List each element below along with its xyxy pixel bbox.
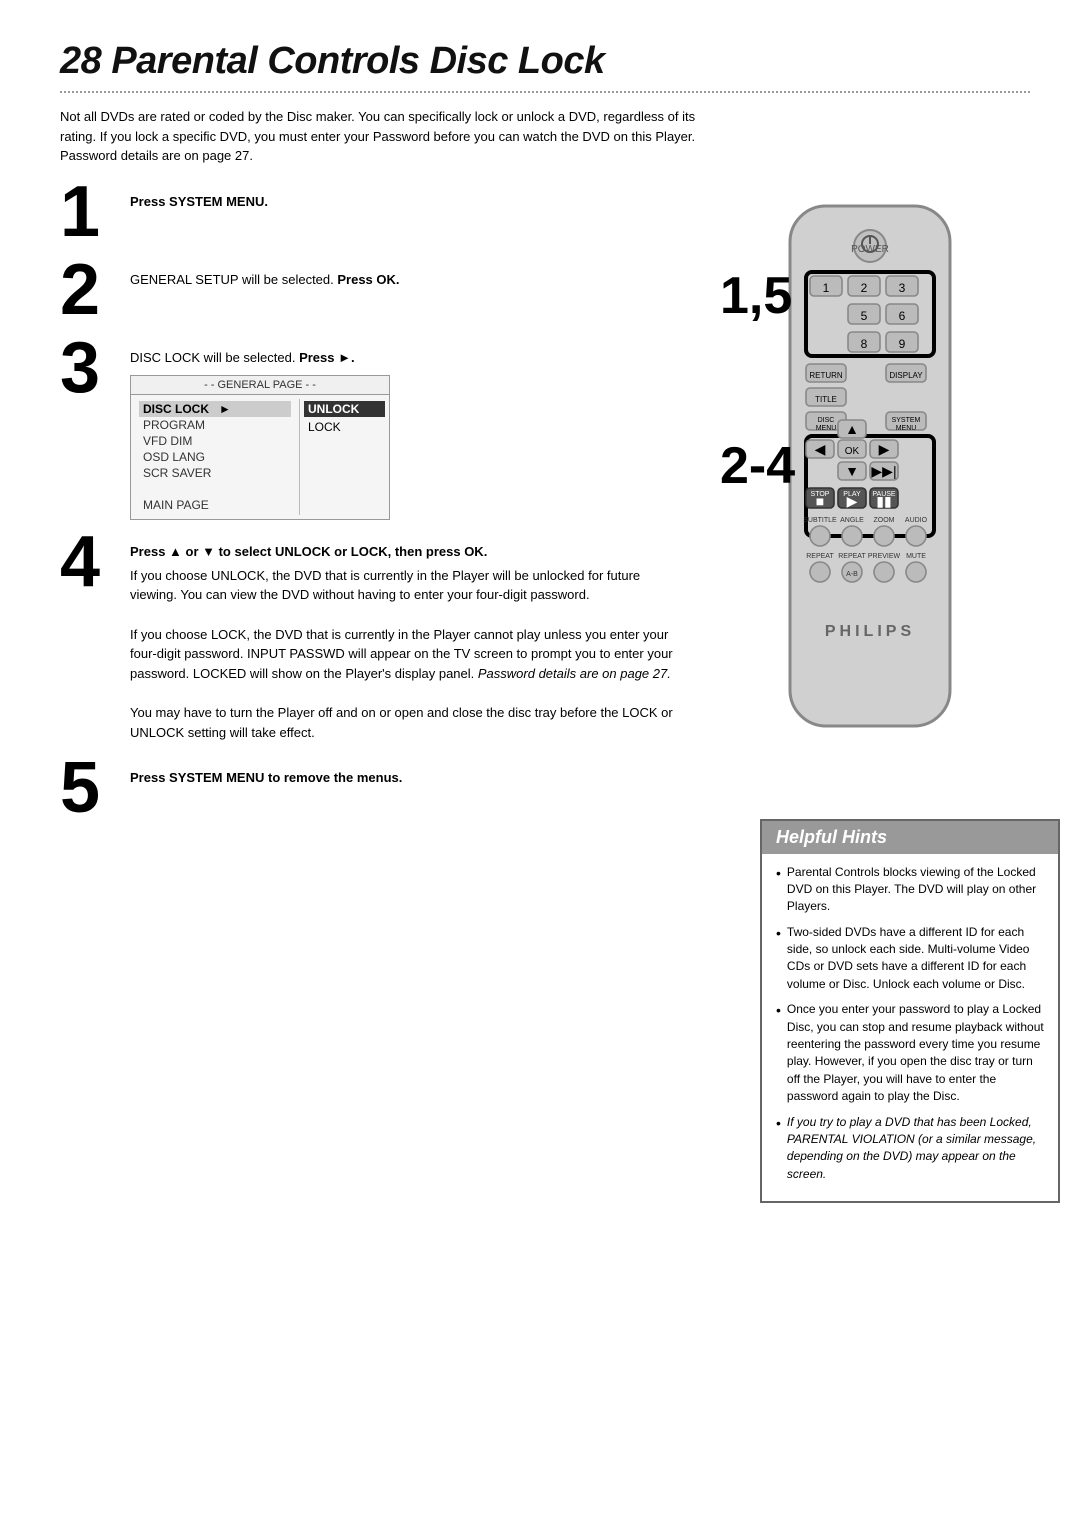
svg-text:8: 8: [861, 337, 868, 351]
step-3-number: 3: [60, 332, 130, 404]
svg-text:ZOOM: ZOOM: [874, 517, 895, 524]
hint-bullet-3: •: [776, 1001, 781, 1019]
menu-header: - - GENERAL PAGE - -: [131, 376, 389, 395]
svg-text:▲: ▲: [845, 421, 859, 437]
step-4-heading: Press ▲ or ▼ to select UNLOCK or LOCK, t…: [130, 542, 680, 562]
hints-body: • Parental Controls blocks viewing of th…: [762, 854, 1058, 1202]
intro-text: Not all DVDs are rated or coded by the D…: [60, 107, 700, 166]
hint-item-2: • Two-sided DVDs have a different ID for…: [776, 924, 1044, 994]
svg-text:REPEAT: REPEAT: [806, 553, 834, 560]
step-4-number: 4: [60, 526, 130, 598]
step-5: 5 Press SYSTEM MENU to remove the menus.: [60, 762, 680, 824]
hint-text-3: Once you enter your password to play a L…: [787, 1001, 1044, 1105]
hint-text-2: Two-sided DVDs have a different ID for e…: [787, 924, 1044, 994]
menu-item-osd-lang: OSD LANG: [139, 449, 291, 465]
svg-text:MENU: MENU: [816, 425, 837, 432]
svg-text:DISPLAY: DISPLAY: [889, 371, 923, 380]
remote-label-15: 1,5: [720, 266, 792, 326]
step-5-number: 5: [60, 752, 130, 824]
svg-text:SUBTITLE: SUBTITLE: [803, 517, 837, 524]
svg-text:SYSTEM: SYSTEM: [892, 417, 921, 424]
main-layout: 1 Press SYSTEM MENU. 2 GENERAL SETUP wil…: [60, 186, 1030, 1204]
svg-text:▶▶|: ▶▶|: [871, 463, 896, 479]
svg-text:3: 3: [899, 281, 906, 295]
svg-text:9: 9: [899, 337, 906, 351]
section-divider: [60, 91, 1030, 93]
menu-item-main-page: MAIN PAGE: [139, 497, 291, 513]
svg-text:MENU: MENU: [896, 425, 917, 432]
step-2-text: GENERAL SETUP will be selected. Press OK…: [130, 270, 680, 290]
hint-bullet-4: •: [776, 1114, 781, 1132]
hint-text-1: Parental Controls blocks viewing of the …: [787, 864, 1044, 916]
step-1-number: 1: [60, 176, 130, 248]
menu-item-program: PROGRAM: [139, 417, 291, 433]
menu-item-scr-saver: SCR SAVER: [139, 465, 291, 481]
hint-item-3: • Once you enter your password to play a…: [776, 1001, 1044, 1105]
menu-item-vfd-dim: VFD DIM: [139, 433, 291, 449]
menu-items-list: DISC LOCK ► PROGRAM VFD DIM OSD LANG SCR…: [131, 399, 299, 515]
step-4-para3: You may have to turn the Player off and …: [130, 703, 680, 742]
svg-text:MUTE: MUTE: [906, 553, 926, 560]
hint-bullet-1: •: [776, 864, 781, 882]
left-column: 1 Press SYSTEM MENU. 2 GENERAL SETUP wil…: [60, 186, 680, 1204]
step-1-text: Press SYSTEM MENU.: [130, 192, 680, 212]
svg-text:PHILIPS: PHILIPS: [825, 623, 915, 640]
svg-text:RETURN: RETURN: [809, 371, 843, 380]
step-5-content: Press SYSTEM MENU to remove the menus.: [130, 762, 680, 792]
svg-text:TITLE: TITLE: [815, 395, 837, 404]
menu-body: DISC LOCK ► PROGRAM VFD DIM OSD LANG SCR…: [131, 395, 389, 519]
page: 28 Parental Controls Disc Lock Not all D…: [0, 0, 1080, 1528]
svg-text:ANGLE: ANGLE: [840, 517, 864, 524]
svg-text:AUDIO: AUDIO: [905, 517, 928, 524]
hint-item-1: • Parental Controls blocks viewing of th…: [776, 864, 1044, 916]
step-3: 3 DISC LOCK will be selected. Press ►. -…: [60, 342, 680, 521]
step-3-text: DISC LOCK will be selected. Press ►.: [130, 348, 680, 368]
helpful-hints-box: Helpful Hints • Parental Controls blocks…: [760, 819, 1060, 1204]
svg-text:1: 1: [823, 281, 830, 295]
svg-text:▼: ▼: [845, 463, 859, 479]
menu-item-blank: [139, 481, 291, 497]
svg-text:2: 2: [861, 281, 868, 295]
svg-text:◀: ◀: [815, 441, 826, 457]
svg-text:▶: ▶: [879, 441, 890, 457]
svg-text:REPEAT: REPEAT: [838, 553, 866, 560]
step-4-content: Press ▲ or ▼ to select UNLOCK or LOCK, t…: [130, 536, 680, 746]
page-title: 28 Parental Controls Disc Lock: [60, 40, 1030, 83]
menu-box: - - GENERAL PAGE - - DISC LOCK ► PROGRAM…: [130, 375, 390, 520]
hints-title: Helpful Hints: [762, 821, 1058, 854]
remote-label-24: 2-4: [720, 436, 795, 496]
hint-text-4: If you try to play a DVD that has been L…: [787, 1114, 1044, 1184]
svg-text:▶: ▶: [847, 493, 858, 509]
submenu-lock: LOCK: [304, 419, 385, 435]
step-2-content: GENERAL SETUP will be selected. Press OK…: [130, 264, 680, 294]
step-3-content: DISC LOCK will be selected. Press ►. - -…: [130, 342, 680, 521]
svg-text:▮▮: ▮▮: [876, 493, 891, 509]
hint-bullet-2: •: [776, 924, 781, 942]
submenu-unlock: UNLOCK: [304, 401, 385, 417]
svg-text:6: 6: [899, 309, 906, 323]
right-column: 1,5 2-4 POWER: [700, 186, 1060, 1204]
svg-text:A-B: A-B: [846, 571, 858, 578]
svg-text:DISC: DISC: [818, 417, 835, 424]
svg-text:PREVIEW: PREVIEW: [868, 553, 901, 560]
step-2: 2 GENERAL SETUP will be selected. Press …: [60, 264, 680, 326]
menu-item-disc-lock: DISC LOCK ►: [139, 401, 291, 417]
step-1: 1 Press SYSTEM MENU.: [60, 186, 680, 248]
step-2-number: 2: [60, 254, 130, 326]
svg-text:POWER: POWER: [851, 244, 889, 255]
svg-text:5: 5: [861, 309, 868, 323]
menu-submenu: UNLOCK LOCK: [299, 399, 389, 515]
remote-control: 1,5 2-4 POWER: [710, 196, 1050, 779]
step-4: 4 Press ▲ or ▼ to select UNLOCK or LOCK,…: [60, 536, 680, 746]
step-5-text: Press SYSTEM MENU to remove the menus.: [130, 768, 680, 788]
step-1-content: Press SYSTEM MENU.: [130, 186, 680, 216]
hint-item-4: • If you try to play a DVD that has been…: [776, 1114, 1044, 1184]
step-4-para1: If you choose UNLOCK, the DVD that is cu…: [130, 566, 680, 605]
step-4-para2: If you choose LOCK, the DVD that is curr…: [130, 625, 680, 684]
svg-text:■: ■: [816, 493, 824, 509]
svg-text:OK: OK: [845, 446, 860, 457]
